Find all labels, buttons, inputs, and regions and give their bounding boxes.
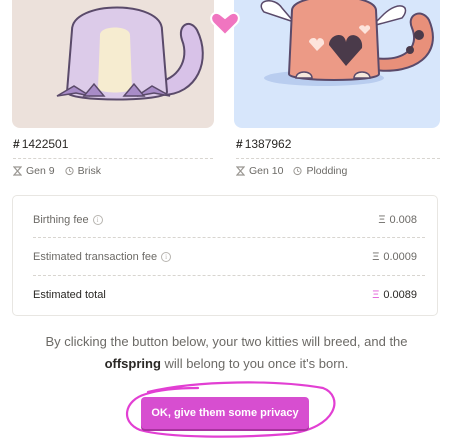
- kitty-id-value: 1387962: [244, 137, 292, 151]
- ether-icon: Ξ: [378, 214, 386, 226]
- kitty-info-left: #1422501 Gen 9 Brisk: [13, 136, 213, 178]
- hash-icon: #: [13, 137, 20, 151]
- kitty-id-value: 1422501: [21, 137, 69, 151]
- total-value: 0.0089: [383, 289, 417, 301]
- explanation-text-end: will belong to you once it's born.: [164, 356, 349, 371]
- total-row: Estimated total Ξ 0.0089: [33, 285, 417, 305]
- cooldown-label: Plodding: [306, 165, 348, 177]
- divider: [33, 237, 425, 238]
- generation-label: Gen 9: [26, 165, 55, 177]
- fee-summary: Birthing fee i Ξ 0.008 Estimated transacti…: [12, 195, 438, 316]
- breed-explanation: By clicking the button below, your two k…: [20, 331, 433, 375]
- birthing-fee-label: Birthing fee: [33, 214, 89, 226]
- kitty-illustration-purple: [56, 6, 204, 101]
- divider: [13, 158, 213, 159]
- birthing-fee-row: Birthing fee i Ξ 0.008: [33, 210, 417, 230]
- kitty-image-right[interactable]: [234, 0, 440, 128]
- kitty-id[interactable]: #1422501: [13, 136, 213, 152]
- transaction-fee-label: Estimated transaction fee: [33, 251, 158, 263]
- transaction-fee-value: 0.0009: [383, 251, 417, 263]
- kitty-illustration-peach: [260, 0, 434, 86]
- kitty-id[interactable]: #1387962: [236, 136, 440, 152]
- explanation-text: By clicking the button below, your two k…: [45, 334, 408, 349]
- kitty-meta: Gen 10 Plodding: [236, 164, 440, 178]
- hash-icon: #: [236, 137, 243, 151]
- clock-icon: [65, 166, 74, 176]
- generation-label: Gen 10: [249, 165, 284, 177]
- kitty-meta: Gen 9 Brisk: [13, 164, 213, 178]
- generation-icon: [236, 166, 245, 176]
- transaction-fee-row: Estimated transaction fee i Ξ 0.0009: [33, 247, 417, 267]
- kitty-image-left[interactable]: [12, 0, 214, 128]
- birthing-fee-value: 0.008: [389, 214, 417, 226]
- divider: [236, 158, 440, 159]
- cooldown-label: Brisk: [77, 165, 101, 177]
- explanation-bold: offspring: [104, 356, 161, 371]
- kitty-info-right: #1387962 Gen 10 Plodding: [236, 136, 440, 178]
- clock-icon: [293, 166, 303, 176]
- confirm-breed-button[interactable]: OK, give them some privacy: [141, 397, 309, 429]
- ether-icon: Ξ: [372, 289, 380, 301]
- generation-icon: [13, 166, 22, 176]
- divider: [33, 275, 425, 276]
- ether-icon: Ξ: [372, 251, 380, 263]
- total-label: Estimated total: [33, 289, 106, 301]
- info-icon[interactable]: i: [161, 252, 172, 262]
- heart-icon: [210, 11, 240, 37]
- info-icon[interactable]: i: [92, 215, 103, 225]
